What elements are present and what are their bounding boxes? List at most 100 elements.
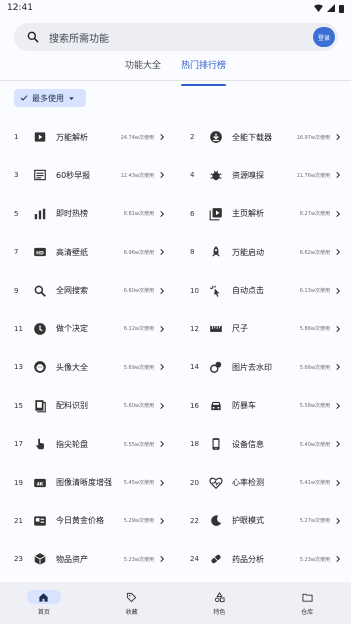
status-bar: 12:41 xyxy=(0,0,351,16)
nav-home[interactable]: 首页 xyxy=(0,582,88,624)
ranking-item[interactable]: 18 设备信息 5.40w次使用 xyxy=(176,425,351,463)
usage-count: 11.76w次使用 xyxy=(296,172,330,179)
ranking-item[interactable]: 10 自动点击 6.13w次使用 xyxy=(176,272,351,310)
decision-circle-icon xyxy=(32,321,48,337)
ranking-item[interactable]: 17 指尖轮盘 5.55w次使用 xyxy=(0,425,175,463)
ranking-item[interactable]: 22 护眼模式 5.27w次使用 xyxy=(176,502,351,540)
nav-featured-label: 特色 xyxy=(213,609,226,616)
nav-featured[interactable]: 特色 xyxy=(176,582,264,624)
ranking-list: 1 万能解析 24.74w次使用 2 全能下载器 16.97w次使用 3 60秒早报 12.43… xyxy=(0,118,351,579)
chevron-right-icon xyxy=(160,364,165,371)
usage-count: 5.58w次使用 xyxy=(299,403,330,410)
chevron-right-icon xyxy=(160,287,165,294)
ranking-item[interactable]: 23 物品资产 5.23w次使用 xyxy=(0,540,175,578)
chevron-right-icon xyxy=(160,210,165,217)
wifi-icon xyxy=(314,4,323,12)
function-name: 药品分析 xyxy=(232,554,264,564)
tab-divider xyxy=(0,80,351,81)
download-circle-icon xyxy=(208,129,224,145)
login-button[interactable]: 登录 xyxy=(313,27,335,47)
ranking-item[interactable]: 9 全网搜索 6.60w次使用 xyxy=(0,272,175,310)
function-name: 全网搜索 xyxy=(56,286,88,296)
sort-filter-label: 最多使用 xyxy=(32,93,64,103)
rank-number: 3 xyxy=(14,171,19,180)
chevron-right-icon xyxy=(336,364,341,371)
rank-number: 7 xyxy=(14,248,19,257)
ranking-item[interactable]: 24 药品分析 5.23w次使用 xyxy=(176,540,351,578)
ranking-item[interactable]: 3 60秒早报 12.43w次使用 xyxy=(0,156,175,194)
price-tag-card-icon xyxy=(32,513,48,529)
function-name: 图片去水印 xyxy=(232,362,272,372)
bottom-nav: 首页 收藏 特色 仓库 xyxy=(0,582,351,624)
moon-eye-icon xyxy=(208,513,224,529)
ranking-item[interactable]: 1 万能解析 24.74w次使用 xyxy=(0,118,175,156)
ranking-row: 9 全网搜索 6.60w次使用 10 自动点击 6.13w次使用 xyxy=(0,272,351,310)
rank-number: 18 xyxy=(190,440,199,449)
function-name: 万能启动 xyxy=(232,247,264,257)
nav-favorites-label: 收藏 xyxy=(125,609,138,616)
usage-count: 6.62w次使用 xyxy=(299,249,330,256)
ranking-row: 5 即时热榜 8.81w次使用 6 主页解析 8.27w次使用 xyxy=(0,195,351,233)
usage-count: 5.29w次使用 xyxy=(123,518,154,525)
ranking-item[interactable]: 15 配料识别 5.60w次使用 xyxy=(0,387,175,425)
nav-warehouse-label: 仓库 xyxy=(301,609,314,616)
tab-hot-ranking[interactable]: 热门排行榜 xyxy=(181,58,227,86)
ranking-item[interactable]: 2 全能下载器 16.97w次使用 xyxy=(176,118,351,156)
ranking-row: 1 万能解析 24.74w次使用 2 全能下载器 16.97w次使用 xyxy=(0,118,351,156)
chevron-right-icon xyxy=(336,249,341,256)
chevron-right-icon xyxy=(160,133,165,141)
ranking-item[interactable]: 13 头像大全 5.69w次使用 xyxy=(0,348,175,386)
function-name: 今日黄金价格 xyxy=(56,516,104,526)
check-icon xyxy=(20,95,28,101)
ranking-item[interactable]: 6 主页解析 8.27w次使用 xyxy=(176,195,351,233)
ranking-item[interactable]: 21 今日黄金价格 5.29w次使用 xyxy=(0,502,175,540)
function-name: 做个决定 xyxy=(56,324,88,334)
svg-text:HD: HD xyxy=(36,251,44,257)
tag-icon xyxy=(127,592,137,602)
ranking-item[interactable]: 4 资源嗅探 11.76w次使用 xyxy=(176,156,351,194)
rank-number: 8 xyxy=(190,248,195,257)
ranking-row: 23 物品资产 5.23w次使用 24 药品分析 5.23w次使用 xyxy=(0,540,351,578)
ranking-item[interactable]: 19 4K 图像清晰度增强 5.45w次使用 xyxy=(0,464,175,502)
search-icon xyxy=(32,283,48,299)
ranking-row: 7 HD 高清壁纸 6.96w次使用 8 万能启动 6.62w次使用 xyxy=(0,233,351,271)
usage-count: 5.23w次使用 xyxy=(299,556,330,563)
ranking-row: 13 头像大全 5.69w次使用 14 图片去水印 5.66w次使用 xyxy=(0,348,351,386)
pill-icon xyxy=(208,551,224,567)
search-bar[interactable]: 搜索所需功能 登录 xyxy=(14,23,338,51)
rank-number: 5 xyxy=(14,209,19,218)
usage-count: 5.66w次使用 xyxy=(299,364,330,371)
rank-number: 15 xyxy=(14,401,23,410)
chevron-right-icon xyxy=(160,517,165,524)
ranking-item[interactable]: 20 心率检测 5.41w次使用 xyxy=(176,464,351,502)
usage-count: 5.69w次使用 xyxy=(123,364,154,371)
ranking-row: 19 4K 图像清晰度增强 5.45w次使用 20 心率检测 5.41w次使用 xyxy=(0,464,351,502)
function-name: 心率检测 xyxy=(232,478,264,488)
chevron-right-icon xyxy=(336,325,341,332)
chevron-right-icon xyxy=(336,517,341,524)
ranking-item[interactable]: 11 做个决定 6.12w次使用 xyxy=(0,310,175,348)
nav-favorites[interactable]: 收藏 xyxy=(88,582,176,624)
ranking-item[interactable]: 12 尺子 5.86w次使用 xyxy=(176,310,351,348)
bug-icon xyxy=(208,167,224,183)
sort-filter-chip[interactable]: 最多使用 xyxy=(14,89,86,107)
ranking-item[interactable]: 16 防暴车 5.58w次使用 xyxy=(176,387,351,425)
chevron-right-icon xyxy=(336,402,341,409)
function-name: 即时热榜 xyxy=(56,209,88,219)
function-name: 配料识别 xyxy=(56,401,88,411)
chevron-right-icon xyxy=(336,479,341,486)
rank-number: 23 xyxy=(14,555,23,564)
usage-count: 6.60w次使用 xyxy=(123,288,154,295)
box-icon xyxy=(32,551,48,567)
nav-warehouse[interactable]: 仓库 xyxy=(263,582,351,624)
ranking-item[interactable]: 7 HD 高清壁纸 6.96w次使用 xyxy=(0,233,175,271)
nav-home-label: 首页 xyxy=(37,609,50,616)
ranking-item[interactable]: 14 图片去水印 5.66w次使用 xyxy=(176,348,351,386)
usage-count: 5.27w次使用 xyxy=(299,518,330,525)
tab-all-functions[interactable]: 功能大全 xyxy=(125,58,161,80)
shapes-icon xyxy=(214,591,225,602)
chevron-right-icon xyxy=(160,441,165,448)
ranking-item[interactable]: 8 万能启动 6.62w次使用 xyxy=(176,233,351,271)
ranking-item[interactable]: 5 即时热榜 8.81w次使用 xyxy=(0,195,175,233)
usage-count: 5.45w次使用 xyxy=(123,480,154,487)
